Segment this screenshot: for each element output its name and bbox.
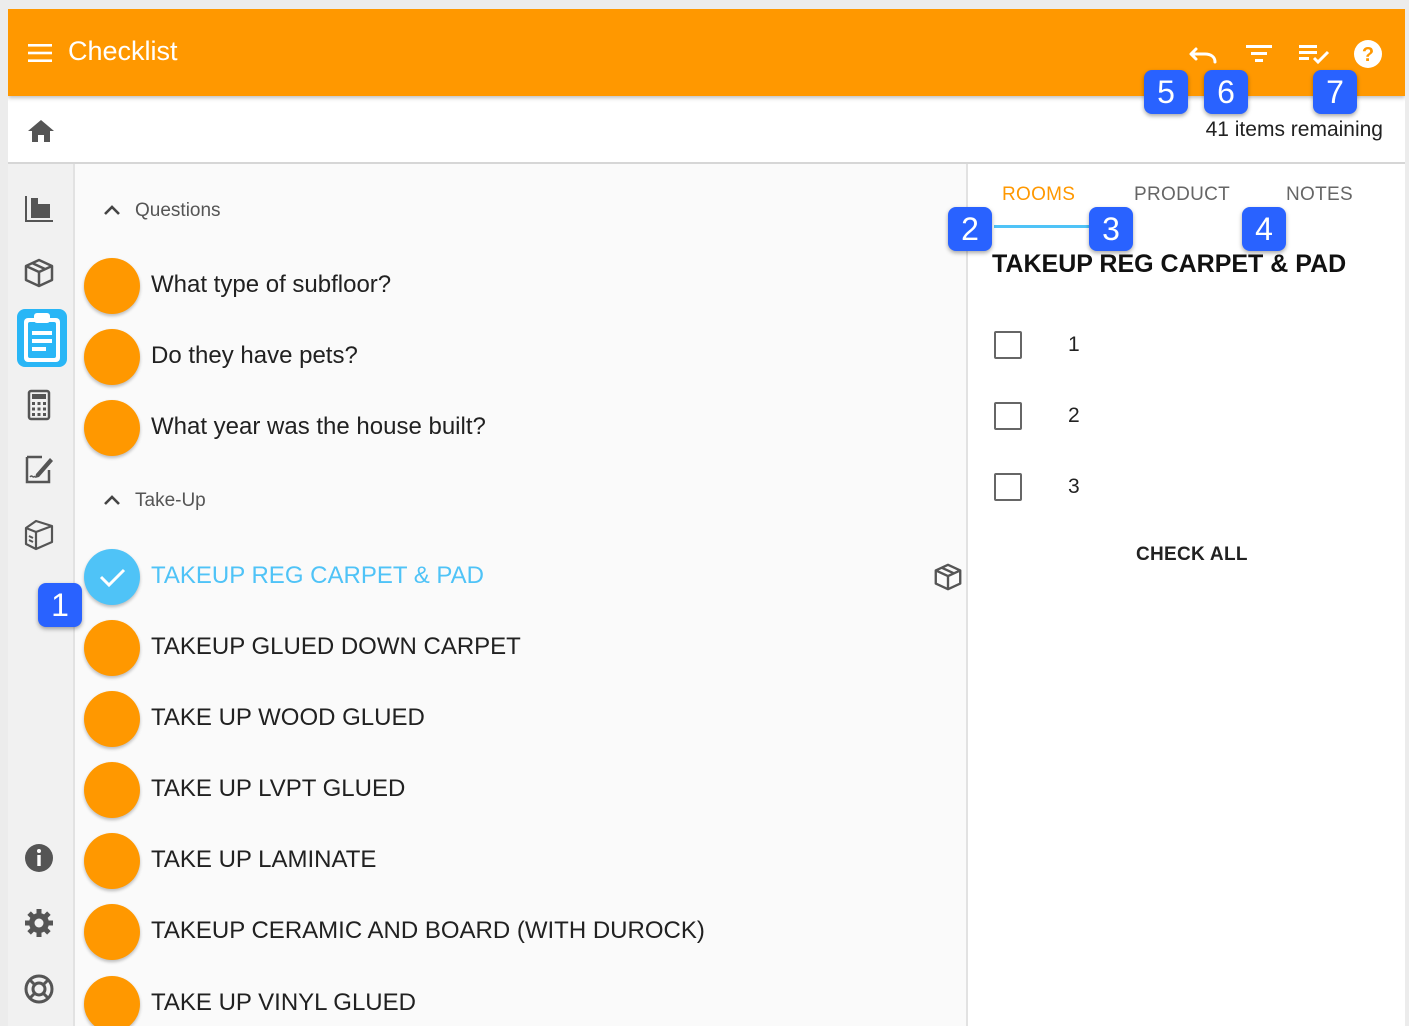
svg-text:?: ? (1362, 44, 1374, 66)
list-item[interactable]: TAKE UP WOOD GLUED (84, 687, 964, 749)
list-item-label: TAKE UP LVPT GLUED (151, 775, 406, 802)
callout-badge: 2 (948, 207, 992, 251)
room-number: 1 (1068, 333, 1080, 356)
list-item-label: TAKE UP VINYL GLUED (151, 989, 416, 1016)
list-item[interactable]: What year was the house built? (84, 396, 964, 458)
room-checkbox[interactable] (994, 473, 1022, 501)
tab-indicator (994, 225, 1094, 228)
help-icon[interactable]: ? (1351, 37, 1385, 71)
status-dot[interactable] (84, 833, 140, 889)
section-title: Questions (135, 200, 221, 221)
info-icon[interactable] (22, 841, 56, 875)
list-item-label: What year was the house built? (151, 413, 486, 440)
status-dot[interactable] (84, 620, 140, 676)
status-dot[interactable] (84, 329, 140, 385)
list-item[interactable]: What type of subfloor? (84, 254, 964, 316)
callout-badge: 7 (1313, 70, 1357, 114)
section-header-questions[interactable]: Questions (101, 196, 221, 226)
home-icon[interactable] (26, 117, 56, 145)
list-item[interactable]: TAKEUP GLUED DOWN CARPET (84, 616, 964, 678)
section-header-take-up[interactable]: Take-Up (101, 486, 206, 516)
panel-title: TAKEUP REG CARPET & PAD (992, 250, 1347, 278)
room-number: 3 (1068, 475, 1080, 498)
product-box-icon[interactable] (22, 256, 56, 290)
app-bar: Checklist ? (8, 9, 1405, 96)
room-number: 2 (1068, 404, 1080, 427)
callout-badge: 5 (1144, 70, 1188, 114)
list-item[interactable]: Do they have pets? (84, 325, 964, 387)
checklist-list: Questions What type of subfloor? Do they… (75, 164, 966, 1026)
status-dot[interactable] (84, 976, 140, 1026)
list-item-label: TAKEUP CERAMIC AND BOARD (WITH DUROCK) (151, 917, 705, 944)
lifebuoy-icon[interactable] (22, 972, 56, 1006)
list-item-label: TAKEUP REG CARPET & PAD (151, 562, 484, 589)
status-dot[interactable] (84, 400, 140, 456)
edit-document-icon[interactable] (22, 452, 56, 486)
settings-icon[interactable] (22, 906, 56, 940)
list-item[interactable]: TAKEUP CERAMIC AND BOARD (WITH DUROCK) (84, 900, 964, 962)
undo-icon[interactable] (1186, 37, 1220, 71)
room-checkbox[interactable] (994, 402, 1022, 430)
status-dot[interactable] (84, 691, 140, 747)
tab-product[interactable]: PRODUCT (1134, 184, 1230, 206)
list-item-label: TAKE UP LAMINATE (151, 846, 377, 873)
list-item-label: What type of subfloor? (151, 271, 392, 298)
callout-badge: 6 (1204, 70, 1248, 114)
clipboard-icon[interactable] (17, 309, 67, 367)
app-window: Checklist ? 41 items remaining Questions… (8, 9, 1405, 1026)
sub-bar: 41 items remaining (8, 96, 1405, 164)
check-all-button[interactable]: CHECK ALL (1136, 544, 1248, 566)
list-item[interactable]: TAKE UP LVPT GLUED (84, 758, 964, 820)
callout-badge: 1 (38, 583, 82, 627)
chevron-up-icon (104, 495, 120, 505)
status-dot[interactable] (84, 258, 140, 314)
room-checkbox[interactable] (994, 331, 1022, 359)
detail-panel: ROOMS PRODUCT NOTES TAKEUP REG CARPET & … (966, 164, 1405, 1026)
package-icon[interactable] (22, 518, 56, 552)
list-item-selected[interactable]: TAKEUP REG CARPET & PAD (84, 545, 964, 607)
status-dot[interactable] (84, 762, 140, 818)
calculator-icon[interactable] (22, 388, 56, 422)
callout-badge: 4 (1242, 207, 1286, 251)
list-item-label: TAKEUP GLUED DOWN CARPET (151, 633, 521, 660)
tab-notes[interactable]: NOTES (1286, 184, 1353, 206)
section-title: Take-Up (135, 490, 206, 511)
items-remaining-count: 41 items remaining (1205, 118, 1383, 141)
check-icon (99, 568, 126, 588)
app-title: Checklist (68, 36, 178, 66)
list-item[interactable]: TAKE UP VINYL GLUED (84, 972, 964, 1026)
checklist-icon[interactable] (1297, 37, 1331, 71)
menu-icon[interactable] (26, 39, 54, 67)
status-dot[interactable] (84, 904, 140, 960)
floor-plan-icon[interactable] (22, 192, 56, 226)
callout-badge: 3 (1089, 207, 1133, 251)
list-item-label: Do they have pets? (151, 342, 358, 369)
tab-rooms[interactable]: ROOMS (1002, 184, 1075, 206)
list-item-label: TAKE UP WOOD GLUED (151, 704, 425, 731)
chevron-up-icon (104, 205, 120, 215)
status-dot[interactable] (84, 549, 140, 605)
filter-icon[interactable] (1242, 37, 1276, 71)
product-box-icon[interactable] (932, 561, 964, 593)
list-item[interactable]: TAKE UP LAMINATE (84, 829, 964, 891)
